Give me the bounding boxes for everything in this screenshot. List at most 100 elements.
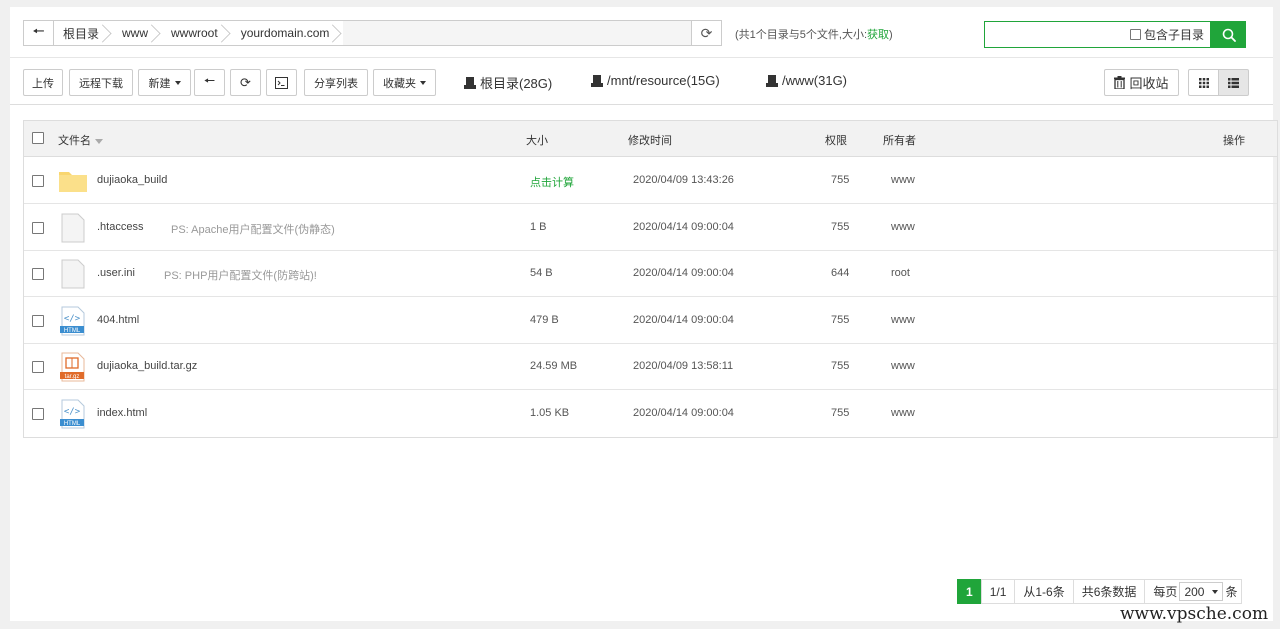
header-owner[interactable]: 所有者 (883, 132, 916, 148)
select-all-checkbox[interactable] (32, 132, 44, 144)
file-size: 1.05 KB (530, 406, 570, 419)
file-permission[interactable]: 755 (831, 174, 849, 186)
html-file-icon: </> HTML (58, 399, 88, 429)
disk-mnt-resource-label: /mnt/resource(15G) (607, 73, 720, 88)
breadcrumb-domain[interactable]: yourdomain.com (232, 21, 344, 45)
file-description: PS: Apache用户配置文件(伪静态) (171, 223, 335, 236)
pagination: 1 1/1 从1-6条 共6条数据 每页 200 条 (957, 579, 1243, 604)
file-name[interactable]: dujiaoka_build (97, 174, 167, 186)
caret-down-icon (174, 80, 181, 85)
file-icon (58, 259, 88, 289)
hard-drive-icon (766, 74, 778, 87)
disk-root[interactable]: 根目录(28G) (464, 73, 552, 92)
file-mtime: 2020/04/14 09:00:04 (633, 267, 734, 279)
file-size: 1 B (530, 220, 547, 233)
file-manager-panel: 🠔 根目录 www wwwroot yourdomain.com ⟳ (共1个目… (10, 7, 1278, 621)
row-checkbox[interactable] (32, 314, 44, 327)
file-owner[interactable]: www (891, 174, 915, 186)
favorites-button[interactable]: 收藏夹 (373, 69, 436, 96)
header-name[interactable]: 文件名 (58, 132, 103, 148)
path-refresh-button[interactable]: ⟳ (691, 21, 721, 45)
per-page-value: 200 (1184, 584, 1205, 599)
file-permission[interactable]: 755 (831, 314, 849, 326)
divider (10, 57, 1273, 58)
checkbox-icon (1129, 29, 1141, 40)
chevron-down-icon (1212, 589, 1219, 594)
file-permission[interactable]: 755 (831, 360, 849, 372)
file-size: 479 B (530, 313, 559, 326)
page-count: 1/1 (980, 579, 1016, 604)
row-checkbox[interactable] (32, 407, 44, 420)
get-size-link[interactable]: 获取 (867, 29, 889, 41)
file-icon (58, 213, 88, 243)
recycle-bin-button[interactable]: 回收站 (1104, 69, 1179, 96)
grid-view-button[interactable] (1188, 69, 1219, 96)
breadcrumb-root[interactable]: 根目录 (54, 21, 113, 45)
terminal-button[interactable] (266, 69, 297, 96)
refresh-icon: ⟳ (240, 74, 251, 90)
arrow-left-icon: 🠔 (32, 23, 45, 39)
svg-text:</>: </> (64, 314, 81, 324)
watermark: www.vpsche.com (1120, 604, 1269, 624)
recycle-bin-label: 回收站 (1129, 76, 1169, 91)
hard-drive-icon (591, 74, 603, 87)
row-checkbox[interactable] (32, 221, 44, 234)
row-checkbox[interactable] (32, 175, 44, 187)
directory-info-suffix: ) (889, 29, 893, 41)
share-list-button[interactable]: 分享列表 (304, 69, 368, 96)
file-name[interactable]: dujiaoka_build.tar.gz (97, 360, 197, 372)
table-row[interactable]: dujiaoka_build 点击计算 2020/04/09 13:43:26 755… (24, 158, 1277, 204)
breadcrumb-wwwroot[interactable]: wwwroot (162, 21, 232, 45)
row-checkbox[interactable] (32, 361, 44, 373)
grid-icon (1198, 77, 1209, 88)
include-subdir-label: 包含子目录 (1143, 28, 1204, 42)
hard-drive-icon (464, 76, 476, 89)
file-name[interactable]: .htaccess (97, 221, 143, 233)
back-button[interactable]: 🠔 (194, 69, 225, 96)
table-row[interactable]: .user.ini PS: PHP用户配置文件(防跨站)! 54 B 2020/04/… (24, 251, 1277, 297)
per-page-unit: 条 (1225, 585, 1238, 599)
path-input-area[interactable] (343, 21, 691, 45)
disk-www-label: /www(31G) (782, 73, 848, 88)
file-permission[interactable]: 755 (831, 221, 849, 233)
file-size: 54 B (530, 267, 553, 279)
search-button[interactable] (1211, 21, 1246, 48)
list-view-button[interactable] (1218, 69, 1249, 96)
file-permission[interactable]: 644 (831, 267, 849, 279)
file-permission[interactable]: 755 (831, 407, 849, 419)
breadcrumb-www[interactable]: www (113, 21, 162, 45)
table-row[interactable]: </> HTML index.html 1.05 KB 2020/04/14 09:00… (24, 391, 1277, 437)
row-checkbox[interactable] (32, 268, 44, 280)
page-current[interactable]: 1 (957, 579, 982, 604)
file-mtime: 2020/04/09 13:43:26 (633, 174, 734, 186)
search-input[interactable]: 包含子目录 (984, 21, 1211, 48)
remote-download-button[interactable]: 远程下载 (69, 69, 133, 96)
header-name-label: 文件名 (58, 135, 91, 147)
file-owner[interactable]: root (891, 267, 910, 279)
header-mtime[interactable]: 修改时间 (628, 132, 672, 148)
new-button[interactable]: 新建 (138, 69, 191, 96)
file-name[interactable]: index.html (97, 407, 147, 419)
file-owner[interactable]: www (891, 314, 915, 326)
per-page-select[interactable]: 200 (1179, 582, 1224, 601)
header-size[interactable]: 大小 (526, 132, 548, 148)
table-row[interactable]: </> HTML 404.html 479 B 2020/04/14 09:00:04 7… (24, 298, 1277, 344)
disk-mnt-resource[interactable]: /mnt/resource(15G) (591, 73, 720, 88)
table-row[interactable]: .htaccess PS: Apache用户配置文件(伪静态) 1 B 2020/04… (24, 205, 1277, 251)
file-owner[interactable]: www (891, 407, 915, 419)
file-owner[interactable]: www (891, 360, 915, 372)
search-icon (1222, 28, 1236, 42)
include-subdir-checkbox[interactable]: 包含子目录 (1129, 26, 1204, 43)
file-table: 文件名 大小 修改时间 权限 所有者 操作 dujiaoka_build 点击计算… (23, 120, 1278, 438)
disk-www[interactable]: /www(31G) (766, 73, 847, 88)
file-name[interactable]: 404.html (97, 314, 139, 326)
table-row[interactable]: tar.gz dujiaoka_build.tar.gz 24.59 MB 2020/… (24, 344, 1277, 390)
upload-button[interactable]: 上传 (23, 69, 63, 96)
refresh-button[interactable]: ⟳ (230, 69, 261, 96)
file-mtime: 2020/04/09 13:58:11 (633, 360, 734, 372)
calculate-size-link[interactable]: 点击计算 (530, 174, 574, 190)
path-back-button[interactable]: 🠔 (24, 21, 54, 45)
header-perm[interactable]: 权限 (825, 132, 847, 148)
file-owner[interactable]: www (891, 221, 915, 233)
file-name[interactable]: .user.ini (97, 267, 135, 279)
